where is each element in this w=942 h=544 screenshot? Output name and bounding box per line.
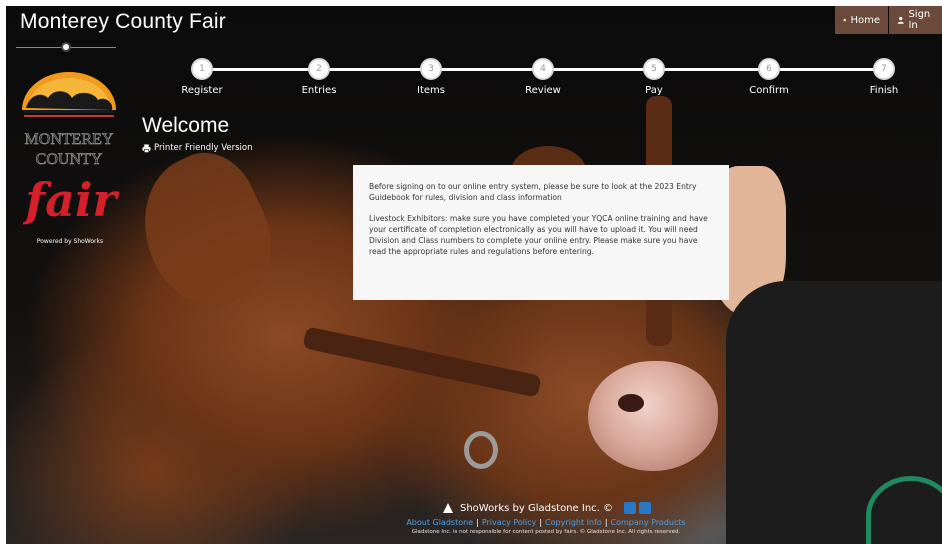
printer-friendly-link[interactable]: Printer Friendly Version [142, 143, 252, 153]
footer-brand-text: ShoWorks by Gladstone Inc. © [459, 502, 614, 514]
social-links [624, 502, 652, 514]
privacy-policy-link[interactable]: Privacy Policy [482, 518, 537, 527]
footer-disclaimer: Gladstone Inc. is not responsible for co… [411, 529, 681, 535]
about-gladstone-link[interactable]: About Gladstone [406, 518, 473, 527]
showorks-logo-icon [442, 503, 453, 513]
copyright-info-link[interactable]: Copyright Info [545, 518, 602, 527]
step-number: 5 [643, 58, 665, 80]
background-halter [302, 326, 542, 398]
step-pay: 5 Pay [614, 58, 694, 96]
link-separator: | [604, 518, 608, 527]
background-cow-nostril [618, 394, 644, 412]
page-background: Monterey County Fair Home Sign In MONTER… [6, 6, 942, 544]
step-entries: 2 Entries [279, 58, 359, 96]
sign-in-button[interactable]: Sign In [889, 6, 942, 34]
welcome-message-box: Before signing on to our online entry sy… [353, 165, 729, 300]
step-label: Pay [645, 85, 663, 96]
powered-by-text: Powered by ShoWorks [36, 238, 104, 245]
sidebar-dot [61, 42, 71, 52]
info-paragraph-guidebook: Before signing on to our online entry sy… [369, 182, 697, 202]
printer-icon [142, 143, 151, 153]
step-finish: 7 Finish [844, 58, 924, 96]
step-items: 3 Items [391, 58, 471, 96]
home-icon [843, 18, 847, 22]
background-halter-ring [464, 431, 498, 469]
step-number: 3 [420, 58, 442, 80]
page-title: Welcome [142, 114, 230, 137]
fair-logo[interactable]: MONTEREY COUNTY fair [16, 68, 122, 236]
link-separator: | [476, 518, 479, 527]
info-paragraph-livestock: Livestock Exhibitors: make sure you have… [369, 214, 708, 256]
step-review: 4 Review [503, 58, 583, 96]
sign-in-button-label: Sign In [908, 9, 931, 31]
step-number: 6 [758, 58, 780, 80]
home-button[interactable]: Home [835, 6, 888, 34]
background-cow-muzzle [588, 361, 718, 471]
step-number: 1 [191, 58, 213, 80]
company-products-link[interactable]: Company Products [611, 518, 686, 527]
step-label: Confirm [749, 85, 789, 96]
svg-text:MONTEREY: MONTEREY [25, 131, 114, 148]
step-confirm: 6 Confirm [729, 58, 809, 96]
home-button-label: Home [850, 14, 880, 26]
printer-friendly-label: Printer Friendly Version [154, 143, 253, 153]
user-icon [897, 16, 904, 24]
footer-links: About Gladstone | Privacy Policy | Copyright… [356, 518, 736, 527]
step-label: Items [417, 85, 445, 96]
svg-text:fair: fair [22, 173, 120, 227]
step-register: 1 Register [162, 58, 242, 96]
background-cow-ear [119, 137, 293, 325]
top-bar: Monterey County Fair Home Sign In [6, 6, 942, 40]
step-number: 7 [873, 58, 895, 80]
step-number: 4 [532, 58, 554, 80]
step-label: Entries [301, 85, 337, 96]
twitter-icon[interactable] [624, 502, 637, 514]
link-separator: | [539, 518, 543, 527]
step-label: Finish [869, 85, 899, 96]
step-label: Register [181, 85, 223, 96]
svg-text:COUNTY: COUNTY [36, 151, 103, 168]
facebook-icon[interactable] [639, 502, 652, 514]
step-number: 2 [308, 58, 330, 80]
footer: ShoWorks by Gladstone Inc. © About Glads… [356, 502, 736, 535]
step-label: Review [525, 85, 561, 96]
site-title[interactable]: Monterey County Fair [20, 10, 226, 34]
footer-brand: ShoWorks by Gladstone Inc. © [356, 502, 736, 514]
